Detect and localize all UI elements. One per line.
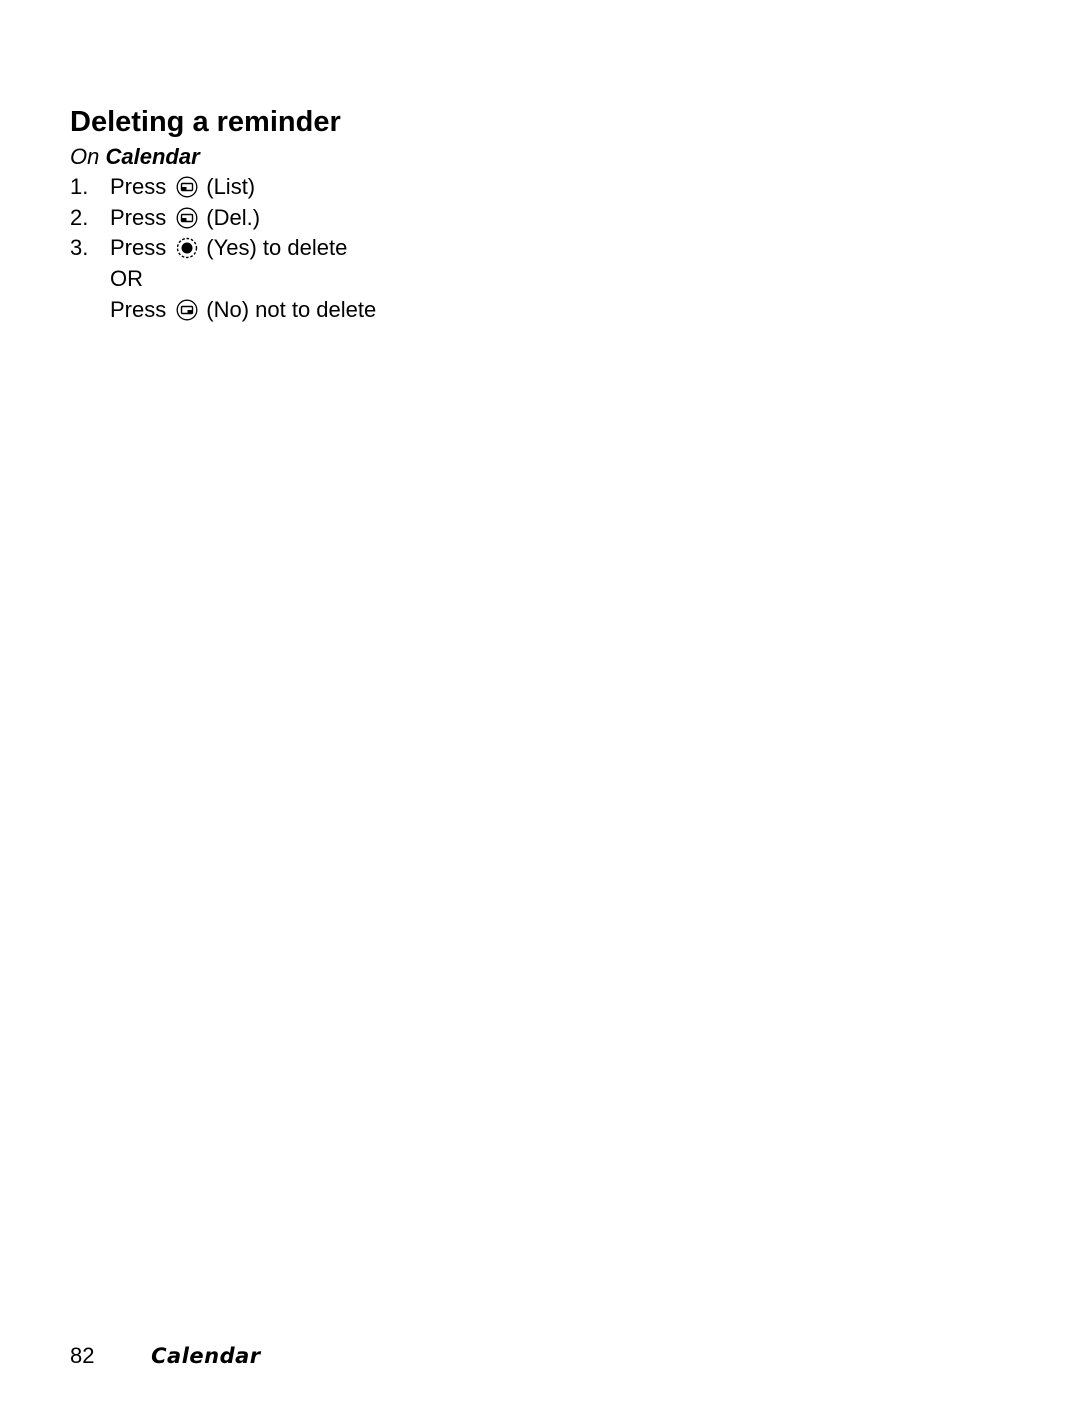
section-name: Calendar (151, 1344, 261, 1368)
step-number: 3. (70, 235, 89, 261)
context-line: On Calendar (70, 143, 200, 171)
step-1: 1. Press (List) (70, 172, 376, 203)
page-footer: 82 Calendar (70, 1343, 261, 1369)
left-soft-key-icon (176, 207, 198, 229)
step-3-alternative: OR (70, 264, 376, 295)
step-text: (Del.) (206, 204, 261, 230)
or-label: OR (110, 266, 143, 292)
step-verb: Press (110, 204, 167, 230)
step-number: 1. (70, 174, 89, 200)
step-3-no: Press (No) not to delete (70, 294, 376, 325)
step-verb: Press (110, 296, 167, 322)
step-text: (Yes) to delete (206, 235, 348, 261)
step-text: (List) (206, 174, 256, 200)
context-prefix: On (70, 144, 100, 169)
step-text: (No) not to delete (206, 296, 377, 322)
page-title: Deleting a reminder (70, 106, 341, 138)
left-soft-key-icon (176, 176, 198, 198)
step-3: 3. Press (Yes) to delete (70, 233, 376, 264)
center-key-icon (176, 237, 198, 259)
right-soft-key-icon (176, 299, 198, 321)
step-number: 2. (70, 204, 89, 230)
step-verb: Press (110, 174, 167, 200)
page-number: 82 (70, 1343, 95, 1368)
steps-list: 1. Press (List) 2. Press (Del.) 3. Press… (70, 172, 376, 325)
step-2: 2. Press (Del.) (70, 203, 376, 234)
context-menu-name: Calendar (105, 144, 200, 169)
step-verb: Press (110, 235, 167, 261)
